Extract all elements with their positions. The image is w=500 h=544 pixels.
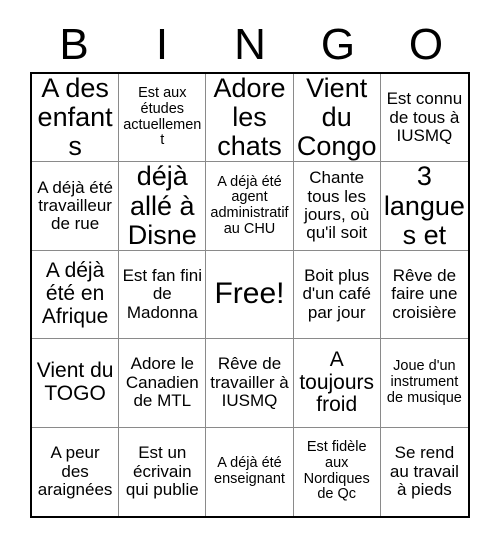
bingo-cell-label: A déjà été en Afrique: [41, 259, 109, 328]
header-letter-o: O: [408, 20, 444, 69]
bingo-cell-label: Est fan fini de Madonna: [122, 265, 202, 322]
bingo-cell-label: A déjà été travailleur de rue: [37, 177, 113, 234]
bingo-card: B I N G O A des enfants Est aux études ac…: [0, 0, 500, 544]
bingo-cell-label: Est un écrivain qui publie: [125, 443, 199, 499]
bingo-cell-label: A déjà été enseignant: [214, 455, 285, 487]
bingo-cell[interactable]: Rêve de faire une croisière: [380, 250, 468, 340]
bingo-cell[interactable]: Est aux études actuellement: [119, 74, 207, 163]
bingo-cell[interactable]: A déjà été enseignant: [206, 427, 294, 516]
bingo-cell-label: Parle 3 langues et plus: [383, 162, 465, 250]
bingo-grid: A des enfants Est aux études actuellement…: [30, 72, 470, 518]
bingo-cell-label: Est fidèle aux Nordiques de Qc: [303, 439, 370, 503]
header-letter-b: B: [59, 20, 89, 69]
bingo-cell[interactable]: A toujours froid: [293, 339, 381, 428]
bingo-cell[interactable]: Est fan fini de Madonna: [119, 250, 207, 340]
bingo-cell[interactable]: Parle 3 langues et plus: [380, 162, 468, 251]
bingo-cell-label: A peur des araignées: [37, 443, 113, 499]
bingo-cell-label: A déjà été agent administratif au CHU: [210, 173, 289, 237]
bingo-cell[interactable]: Chante tous les jours, où qu'il soit: [293, 162, 381, 251]
bingo-cell-label: Est aux études actuellement: [123, 85, 202, 149]
bingo-cell[interactable]: Est fidèle aux Nordiques de Qc: [293, 427, 381, 516]
bingo-cell[interactable]: A peur des araignées: [32, 427, 120, 516]
bingo-cell[interactable]: A déjà été travailleur de rue: [32, 162, 120, 251]
bingo-cell-label: Rêve de travailler à IUSMQ: [210, 354, 289, 411]
bingo-cell-label: Boit plus d'un café par jour: [302, 265, 371, 322]
bingo-cell[interactable]: Est connu de tous à IUSMQ: [380, 74, 468, 163]
bingo-cell[interactable]: Est un écrivain qui publie: [119, 427, 207, 516]
bingo-cell-label: Rêve de faire une croisière: [391, 265, 458, 322]
bingo-cell-label: Est connu de tous à IUSMQ: [386, 89, 463, 145]
bingo-cell[interactable]: Boit plus d'un café par jour: [293, 250, 381, 340]
bingo-cell[interactable]: A déjà été agent administratif au CHU: [206, 162, 294, 251]
bingo-cell[interactable]: Vient du TOGO: [32, 339, 120, 428]
bingo-cell-label: Adore les chats: [213, 74, 286, 162]
bingo-cell-label: Est déjà allé à Disney: [127, 162, 197, 250]
bingo-cell[interactable]: Vient du Congo: [293, 74, 381, 163]
header-letter-g: G: [320, 20, 356, 69]
bingo-cell[interactable]: A déjà été en Afrique: [32, 250, 120, 340]
bingo-cell-label: Free!: [214, 277, 285, 311]
bingo-cell-label: Adore le Canadien de MTL: [125, 354, 199, 411]
bingo-cell[interactable]: Se rend au travail à pieds: [380, 427, 468, 516]
header-letter-n: N: [234, 20, 266, 69]
bingo-cell-label: Se rend au travail à pieds: [389, 443, 459, 499]
bingo-cell[interactable]: Est déjà allé à Disney: [119, 162, 207, 251]
bingo-cell[interactable]: A des enfants: [32, 74, 120, 163]
bingo-cell[interactable]: Adore les chats: [206, 74, 294, 163]
bingo-header: B I N G O: [30, 20, 470, 70]
bingo-cell-label: Vient du TOGO: [36, 359, 114, 405]
header-letter-i: I: [155, 20, 169, 69]
bingo-cell[interactable]: Adore le Canadien de MTL: [119, 339, 207, 428]
bingo-cell-label: A toujours froid: [299, 347, 375, 417]
bingo-cell-label: A des enfants: [37, 74, 113, 162]
bingo-cell-label: Vient du Congo: [296, 74, 377, 162]
bingo-cell-free[interactable]: Free!: [206, 250, 294, 340]
bingo-cell[interactable]: Joue d'un instrument de musique: [380, 339, 468, 428]
bingo-cell-label: Chante tous les jours, où qu'il soit: [304, 168, 370, 243]
bingo-cell[interactable]: Rêve de travailler à IUSMQ: [206, 339, 294, 428]
bingo-cell-label: Joue d'un instrument de musique: [386, 358, 462, 406]
